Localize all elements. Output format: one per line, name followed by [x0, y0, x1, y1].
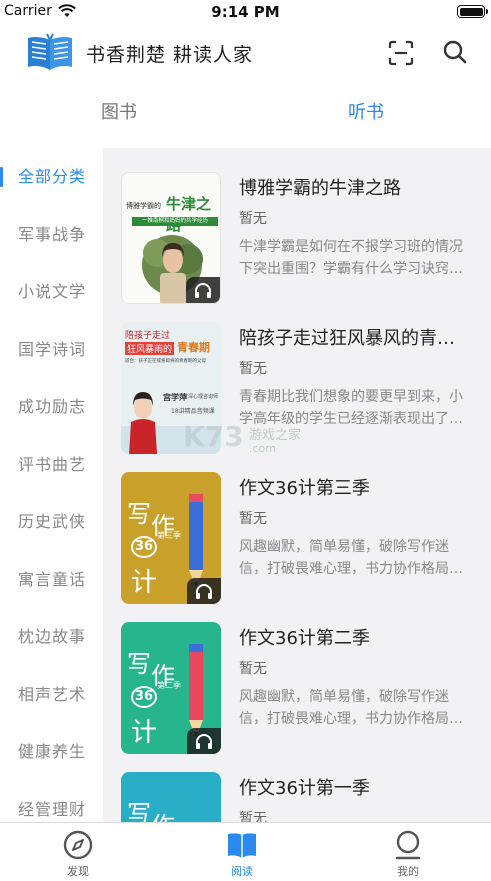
tab-discover[interactable]: 发现 — [38, 829, 118, 879]
cover-season: 第二季 — [157, 681, 181, 690]
sidebar-item-history[interactable]: 历史武侠 — [0, 493, 103, 551]
watermark-text: 游戏之家 — [249, 428, 302, 443]
sidebar-item-crosstalk[interactable]: 相声艺术 — [0, 666, 103, 724]
sidebar-item-fiction[interactable]: 小说文学 — [0, 263, 103, 321]
sidebar-item-label: 枕边故事 — [18, 627, 87, 646]
cover-episodes: 18讲精品音频课 — [171, 408, 215, 415]
category-sidebar: 全部分类 军事战争 小说文学 国学诗词 成功励志 评书曲艺 历史武侠 寓言童话 … — [0, 148, 103, 822]
tab-discover-label: 发现 — [67, 865, 89, 878]
cover-char-1: 写 — [127, 650, 151, 678]
cover-title-line2: 牛津之路 — [166, 195, 212, 234]
sidebar-item-health[interactable]: 健康养生 — [0, 723, 103, 781]
item-title: 博雅学霸的牛津之路 — [239, 178, 401, 199]
sidebar-item-label: 国学诗词 — [18, 339, 87, 359]
watermark-sub: .com — [249, 442, 276, 455]
audiobook-list: 博雅学霸的 牛津之路 一推南桐和妈妈的共学经历 博雅学霸的牛津之路 暂无 牛津学… — [103, 148, 491, 822]
cover-author-title: 资深心理咨询师 — [183, 394, 219, 400]
cover-number: 36 — [131, 536, 157, 558]
list-item[interactable]: 写 作 36 第三季 计 作文36计第三季 暂无 风趣幽默，简单易懂，破除写作迷… — [103, 448, 491, 604]
sidebar-item-fables[interactable]: 寓言童话 — [0, 551, 103, 609]
sidebar-item-label: 经管理财 — [18, 799, 87, 819]
cover-image: 写 作 — [121, 772, 221, 822]
watermark: K73 游戏之家 .com — [183, 420, 323, 460]
tab-books[interactable]: 图书 — [101, 98, 137, 124]
cover-subtitle: 适合：孩子正在或将即将的青春期的父母 — [125, 359, 206, 364]
sidebar-item-label: 小说文学 — [18, 282, 87, 301]
item-title: 作文36计第二季 — [239, 628, 370, 649]
sidebar-item-inspiration[interactable]: 成功励志 — [0, 378, 103, 436]
sidebar-item-label: 相声艺术 — [18, 684, 87, 704]
search-icon[interactable] — [442, 39, 468, 65]
cover-title-line1: 博雅学霸的 — [126, 202, 161, 210]
book-icon — [228, 833, 256, 858]
list-item[interactable]: 博雅学霸的 牛津之路 一推南桐和妈妈的共学经历 博雅学霸的牛津之路 暂无 牛津学… — [103, 148, 491, 304]
top-tabs: 图书 听书 — [0, 86, 491, 138]
item-author: 暂无 — [239, 661, 267, 677]
cover-title-line3: 青春期 — [177, 341, 210, 354]
status-bar: Carrier 9:14 PM — [0, 0, 491, 26]
cover-char-3: 计 — [131, 718, 158, 748]
sidebar-item-bedtime[interactable]: 枕边故事 — [0, 608, 103, 666]
cover-char-1: 写 — [127, 800, 151, 822]
cover-char-2: 作 — [151, 806, 175, 822]
battery-level — [459, 7, 483, 16]
item-author: 暂无 — [239, 211, 267, 227]
item-description: 风趣幽默，简单易懂，破除写作迷信，打破畏难心理，书力协作格局… — [239, 539, 463, 577]
cover-number: 36 — [131, 686, 157, 708]
sidebar-item-military[interactable]: 军事战争 — [0, 206, 103, 264]
sidebar-item-label: 寓言童话 — [18, 569, 87, 589]
compass-icon — [63, 830, 93, 860]
sidebar-item-label: 健康养生 — [18, 742, 87, 761]
item-author: 暂无 — [239, 361, 267, 377]
status-time: 9:14 PM — [211, 3, 280, 21]
user-icon — [395, 830, 421, 860]
sidebar-item-label: 历史武侠 — [18, 512, 87, 531]
item-title: 作文36计第一季 — [239, 778, 370, 799]
cover-subtitle: 一推南桐和妈妈的共学经历 — [132, 217, 218, 226]
cover-image: 博雅学霸的 牛津之路 一推南桐和妈妈的共学经历 — [121, 172, 221, 304]
cover-image: 写 作 36 第三季 计 — [121, 472, 221, 604]
tab-audio[interactable]: 听书 — [348, 98, 384, 124]
app-header: 书香荆楚 耕读人家 — [0, 26, 491, 82]
sidebar-item-storytelling[interactable]: 评书曲艺 — [0, 436, 103, 494]
sidebar-item-label: 全部分类 — [18, 167, 87, 186]
item-title: 陪孩子走过狂风暴风的青… — [239, 328, 455, 349]
app-title: 书香荆楚 耕读人家 — [86, 44, 254, 66]
watermark-logo: K73 — [183, 420, 244, 453]
item-author: 暂无 — [239, 811, 267, 822]
cover-char-3: 计 — [131, 568, 158, 598]
cover-title-line1: 陪孩子走过 — [125, 331, 171, 341]
headphones-icon — [196, 584, 212, 599]
sidebar-item-finance[interactable]: 经管理财 — [0, 781, 103, 823]
sidebar-item-classics[interactable]: 国学诗词 — [0, 321, 103, 379]
bottom-tab-bar: 发现 阅读 我的 — [0, 822, 491, 881]
sidebar-item-label: 军事战争 — [18, 224, 87, 244]
tab-mine-label: 我的 — [397, 865, 419, 878]
status-right — [457, 5, 488, 18]
list-item[interactable]: 写 作 作文36计第一季 暂无 — [103, 748, 491, 822]
sidebar-item-label: 成功励志 — [18, 397, 87, 416]
list-item[interactable]: 写 作 36 第二季 计 作文36计第二季 暂无 风趣幽默，简单易懂，破除写作迷… — [103, 598, 491, 754]
item-title: 作文36计第三季 — [239, 478, 370, 499]
cover-season: 第三季 — [157, 531, 181, 540]
cover-image: 写 作 36 第二季 计 — [121, 622, 221, 754]
tab-mine[interactable]: 我的 — [368, 829, 448, 879]
battery-icon — [457, 5, 488, 18]
cover-title-line2: 狂风暴雨的 — [125, 342, 175, 355]
open-book-icon — [28, 33, 72, 70]
item-author: 暂无 — [239, 511, 267, 527]
sidebar-item-label: 评书曲艺 — [18, 454, 87, 474]
tab-read[interactable]: 阅读 — [202, 829, 282, 879]
sidebar-item-all[interactable]: 全部分类 — [0, 148, 103, 206]
headphones-icon — [195, 283, 211, 298]
item-description: 风趣幽默，简单易懂，破除写作迷信，打破畏难心理，书力协作格局… — [239, 689, 463, 727]
sidebar-active-indicator — [0, 167, 3, 187]
cover-char-1: 写 — [127, 500, 151, 528]
tab-read-label: 阅读 — [231, 865, 253, 878]
scan-icon[interactable] — [388, 40, 414, 66]
item-description: 牛津学霸是如何在不报学习班的情况下突出重围？学霸有什么学习诀窍… — [239, 239, 463, 277]
headphones-icon — [196, 734, 212, 749]
